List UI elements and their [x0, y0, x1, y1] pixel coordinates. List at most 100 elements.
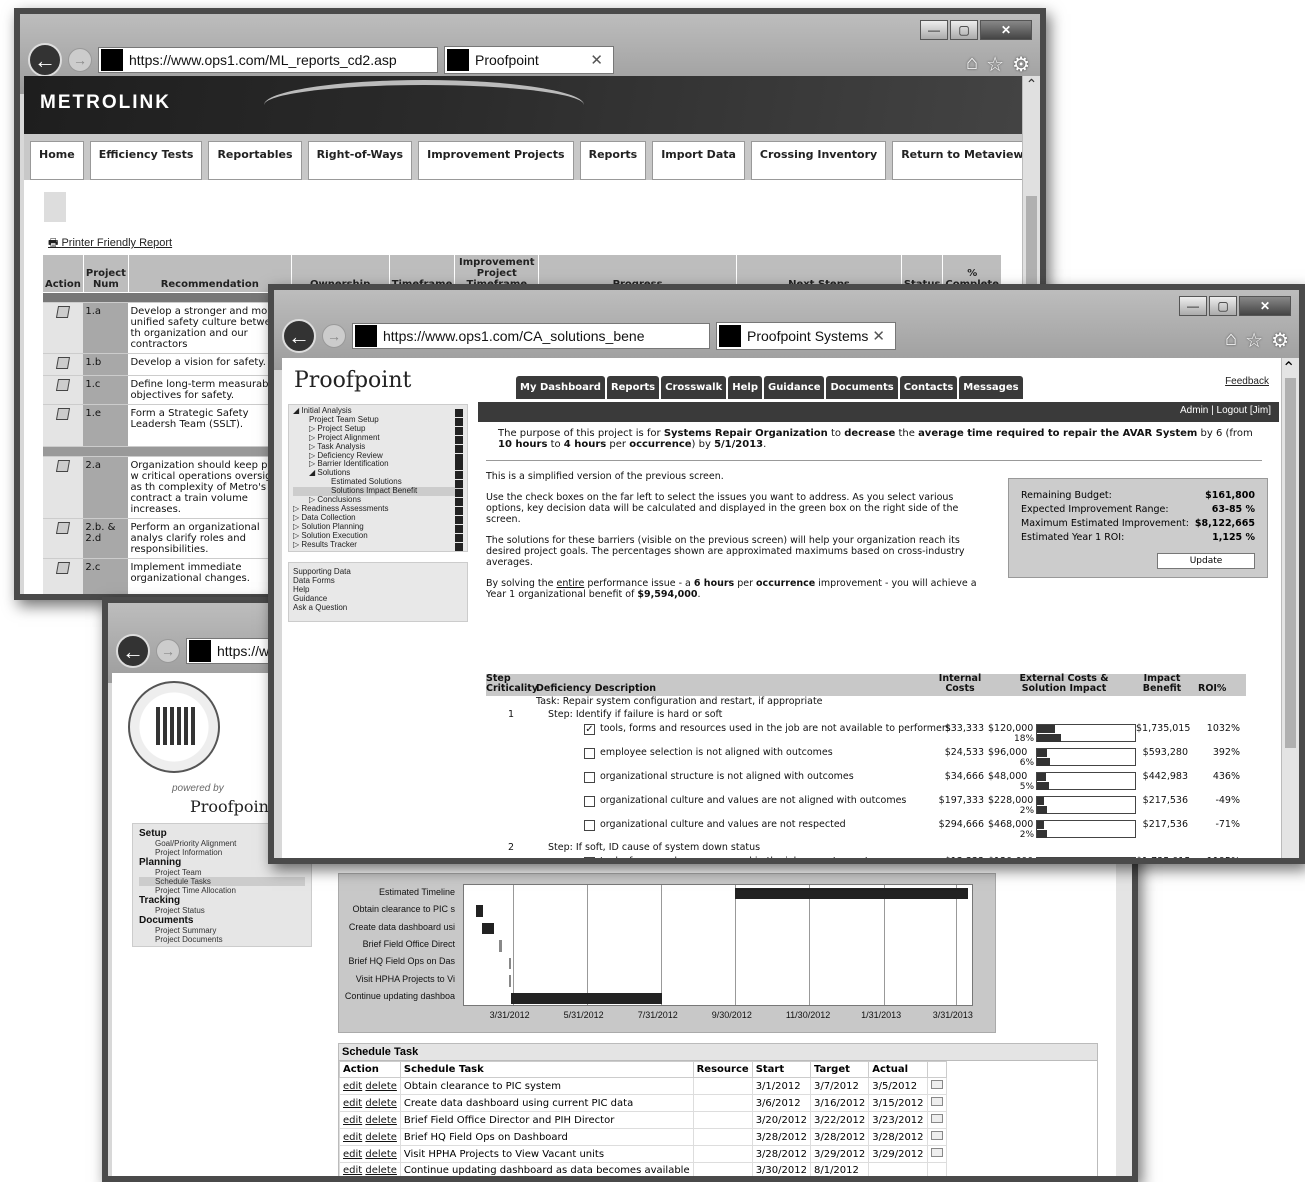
- minimize-button[interactable]: —: [920, 20, 948, 40]
- close-tab-icon[interactable]: ✕: [872, 327, 885, 345]
- tab-help[interactable]: Help: [728, 376, 762, 399]
- star-icon[interactable]: ☆: [1245, 328, 1263, 353]
- close-tab-icon[interactable]: ✕: [590, 51, 603, 69]
- nav-improvement-projects[interactable]: Improvement Projects: [418, 141, 574, 180]
- delete-link[interactable]: delete: [365, 1081, 397, 1092]
- mail-icon[interactable]: [930, 1080, 943, 1089]
- nav-reports[interactable]: Reports: [579, 141, 647, 180]
- scroll-up-icon[interactable]: ⌃: [1282, 358, 1299, 378]
- gantt-bar: [734, 888, 968, 900]
- address-bar[interactable]: https://www.ops1.com/CA_solutions_bene: [352, 323, 710, 349]
- menu-item[interactable]: Project Team: [139, 868, 305, 877]
- vertical-scrollbar[interactable]: ⌃: [1281, 358, 1299, 858]
- edit-icon[interactable]: [55, 379, 70, 391]
- solution-impact-pct: 18%: [1014, 734, 1035, 744]
- tab-messages[interactable]: Messages: [959, 376, 1023, 399]
- edit-link[interactable]: edit: [343, 1132, 362, 1143]
- forward-arrow-icon[interactable]: →: [156, 639, 180, 663]
- delete-link[interactable]: delete: [365, 1115, 397, 1126]
- gear-icon[interactable]: ⚙: [1271, 328, 1289, 353]
- favicon-icon: [355, 325, 377, 347]
- issue-checkbox[interactable]: [584, 820, 595, 831]
- back-arrow-icon[interactable]: ←: [28, 43, 62, 77]
- edit-link[interactable]: edit: [343, 1081, 362, 1092]
- printer-friendly-link[interactable]: 🖶 Printer Friendly Report: [48, 234, 172, 253]
- back-arrow-icon[interactable]: ←: [116, 634, 150, 668]
- status-square-icon: [455, 444, 463, 453]
- forward-arrow-icon[interactable]: →: [68, 48, 92, 72]
- feedback-link[interactable]: Feedback: [1225, 376, 1269, 387]
- edit-link[interactable]: edit: [343, 1098, 362, 1109]
- internal-cost: $294,666: [938, 819, 984, 830]
- edit-icon[interactable]: [55, 562, 70, 574]
- nav-home[interactable]: Home: [30, 141, 84, 180]
- tab-my-dashboard[interactable]: My Dashboard: [516, 376, 605, 399]
- solution-impact-pct: 2%: [1019, 830, 1034, 840]
- gantt-bar: [499, 940, 502, 952]
- star-icon[interactable]: ☆: [986, 52, 1004, 77]
- url-text: https://w: [217, 643, 270, 659]
- nav-reportables[interactable]: Reportables: [208, 141, 302, 180]
- minimize-button[interactable]: —: [1179, 296, 1207, 316]
- menu-item-selected[interactable]: Schedule Tasks: [139, 877, 305, 886]
- issue-checkbox[interactable]: ✓: [584, 724, 595, 735]
- expand-arrow-icon[interactable]: [44, 192, 66, 222]
- user-strip[interactable]: Admin | Logout [Jim]: [478, 402, 1279, 422]
- support-link[interactable]: Guidance: [293, 594, 463, 603]
- tab-reports[interactable]: Reports: [606, 376, 660, 399]
- nav-efficiency-tests[interactable]: Efficiency Tests: [89, 141, 203, 180]
- home-icon[interactable]: ⌂: [966, 52, 978, 77]
- back-arrow-icon[interactable]: ←: [282, 319, 316, 353]
- home-icon[interactable]: ⌂: [1225, 328, 1237, 353]
- issue-checkbox[interactable]: [584, 796, 595, 807]
- tab-guidance[interactable]: Guidance: [763, 376, 825, 399]
- close-button[interactable]: ✕: [980, 20, 1032, 40]
- edit-icon[interactable]: [55, 306, 70, 318]
- update-button[interactable]: Update: [1157, 553, 1255, 569]
- nav-right-of-ways[interactable]: Right-of-Ways: [307, 141, 413, 180]
- address-bar[interactable]: https://www.ops1.com/ML_reports_cd2.asp: [98, 47, 438, 73]
- scroll-thumb[interactable]: [1285, 378, 1296, 748]
- mail-icon[interactable]: [930, 1148, 943, 1157]
- issue-checkbox[interactable]: ✓: [584, 857, 595, 858]
- menu-item[interactable]: Project Time Allocation: [139, 886, 305, 895]
- tab-contacts[interactable]: Contacts: [899, 376, 958, 399]
- support-link[interactable]: Data Forms: [293, 576, 463, 585]
- nav-crossing-inventory[interactable]: Crossing Inventory: [750, 141, 887, 180]
- close-button[interactable]: ✕: [1239, 296, 1291, 316]
- tab-crosswalk[interactable]: Crosswalk: [661, 376, 727, 399]
- edit-link[interactable]: edit: [343, 1149, 362, 1160]
- browser-tab[interactable]: Proofpoint Systems ✕: [716, 322, 896, 350]
- edit-icon[interactable]: [55, 460, 70, 472]
- menu-item[interactable]: Project Status: [139, 906, 305, 915]
- mail-icon[interactable]: [930, 1114, 943, 1123]
- edit-icon[interactable]: [55, 408, 70, 420]
- mail-icon[interactable]: [930, 1097, 943, 1106]
- issue-checkbox[interactable]: [584, 748, 595, 759]
- edit-link[interactable]: edit: [343, 1165, 362, 1176]
- forward-arrow-icon[interactable]: →: [322, 324, 346, 348]
- scroll-up-icon[interactable]: ⌃: [1023, 76, 1040, 94]
- support-link[interactable]: Help: [293, 585, 463, 594]
- menu-item[interactable]: Project Summary: [139, 926, 305, 935]
- tree-item[interactable]: ▷ Results Tracker: [293, 540, 463, 550]
- edit-icon[interactable]: [55, 522, 70, 534]
- maximize-button[interactable]: ▢: [950, 20, 978, 40]
- gear-icon[interactable]: ⚙: [1012, 52, 1030, 77]
- browser-tab[interactable]: Proofpoint ✕: [444, 46, 614, 74]
- nav-import-data[interactable]: Import Data: [652, 141, 745, 180]
- issue-checkbox[interactable]: [584, 772, 595, 783]
- mail-icon[interactable]: [930, 1131, 943, 1140]
- menu-item[interactable]: Project Documents: [139, 935, 305, 944]
- support-link[interactable]: Supporting Data: [293, 567, 463, 576]
- edit-icon[interactable]: [55, 357, 70, 369]
- delete-link[interactable]: delete: [365, 1165, 397, 1176]
- tab-documents[interactable]: Documents: [826, 376, 898, 399]
- nav-return-to-metaview[interactable]: Return to Metaview: [892, 141, 1033, 180]
- support-link[interactable]: Ask a Question: [293, 603, 463, 612]
- edit-link[interactable]: edit: [343, 1115, 362, 1126]
- delete-link[interactable]: delete: [365, 1132, 397, 1143]
- delete-link[interactable]: delete: [365, 1149, 397, 1160]
- delete-link[interactable]: delete: [365, 1098, 397, 1109]
- maximize-button[interactable]: ▢: [1209, 296, 1237, 316]
